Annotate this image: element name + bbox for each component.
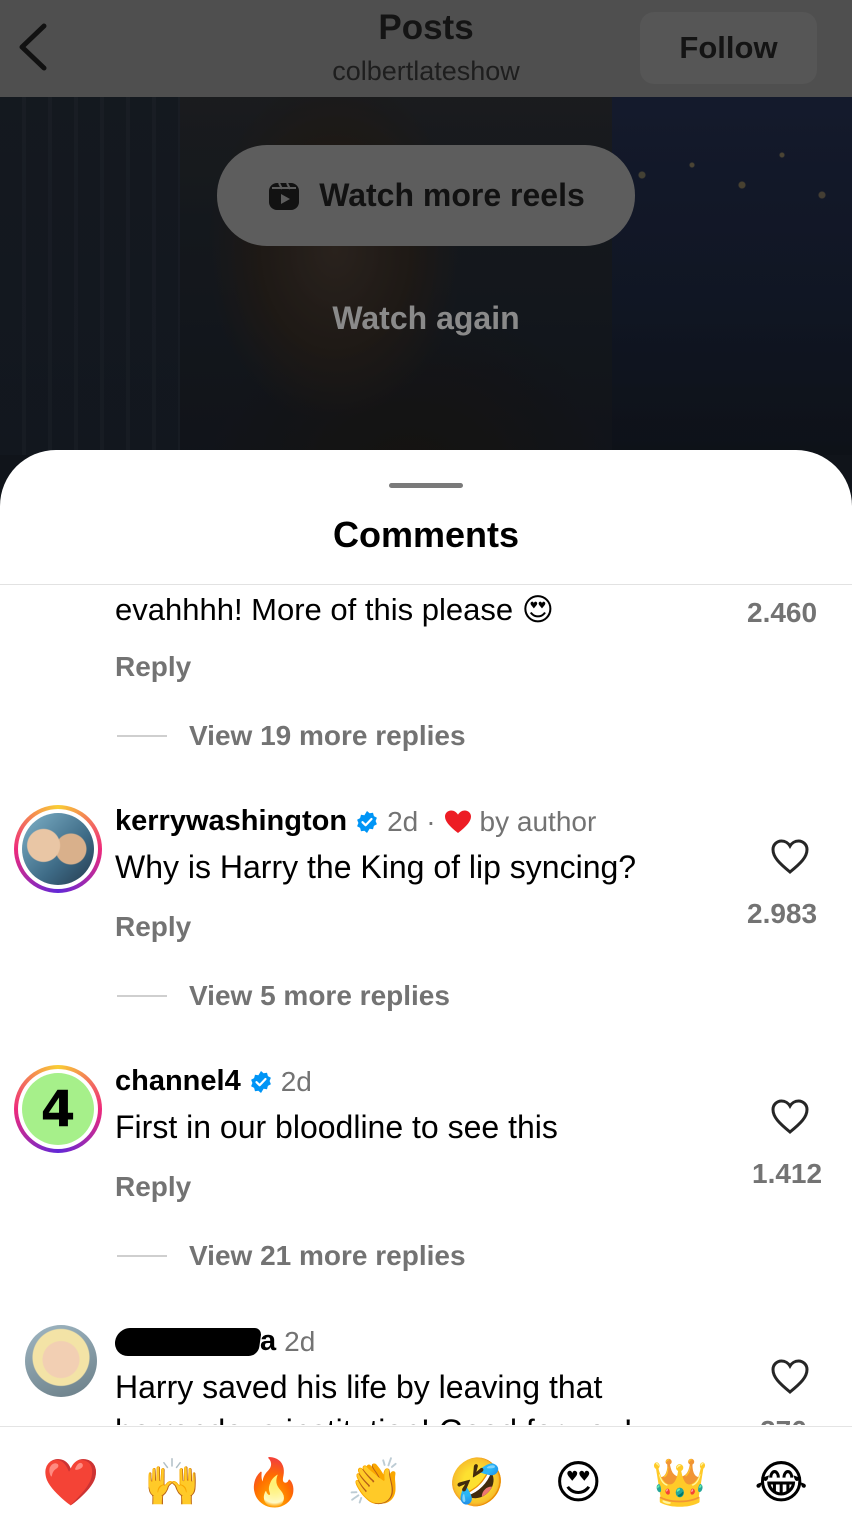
comment-header: channel4 2d [115, 1065, 312, 1098]
fire-emoji[interactable]: 🔥 [244, 1459, 304, 1505]
tears-of-joy-emoji[interactable]: 😂 [751, 1459, 811, 1505]
timestamp: 2d [284, 1325, 316, 1357]
comment-text: evahhhh! More of this please 😍 [115, 592, 554, 628]
like-count: 2.460 [747, 597, 818, 628]
watch-more-reels-label: Watch more reels [319, 177, 585, 213]
reply-button[interactable]: Reply [115, 911, 191, 943]
comment-text-continued: horrendous institution! Good for you! [115, 1413, 633, 1425]
view-replies-label: View 5 more replies [189, 980, 450, 1011]
divider [117, 1255, 167, 1257]
heart-filled-icon [444, 810, 471, 833]
top-bar: Posts colbertlateshow Follow [0, 0, 852, 97]
by-author-label: by author [479, 805, 597, 837]
like-count: 276 [760, 1415, 807, 1425]
avatar[interactable]: 4 [14, 1065, 102, 1153]
timestamp: 2d [280, 1065, 312, 1097]
channel4-logo: 4 [40, 1080, 76, 1138]
heart-outline-icon[interactable] [770, 1357, 810, 1397]
sheet-drag-handle[interactable] [389, 483, 463, 488]
separator: · [426, 805, 436, 837]
comments-list[interactable]: evahhhh! More of this please 😍 2.460 Rep… [0, 585, 852, 1425]
verified-badge-icon [250, 1070, 271, 1093]
comment-text: Harry saved his life by leaving that [115, 1369, 603, 1405]
heart-eyes-emoji: 😍 [521, 592, 555, 628]
avatar[interactable] [25, 1325, 97, 1397]
like-count: 2.983 [747, 898, 818, 929]
comments-title: Comments [332, 514, 520, 555]
follow-button[interactable]: Follow [640, 12, 817, 84]
view-replies-button[interactable]: View 5 more replies [117, 980, 450, 1012]
comment-text-body: evahhhh! More of this please [115, 592, 514, 627]
divider [117, 735, 167, 737]
username-fragment: a [260, 1325, 277, 1357]
verified-badge-icon [357, 810, 377, 833]
avatar[interactable] [14, 805, 102, 893]
reply-button[interactable]: Reply [115, 651, 191, 683]
reply-button[interactable]: Reply [115, 1171, 191, 1203]
divider [117, 995, 167, 997]
view-replies-label: View 19 more replies [189, 720, 466, 751]
comment-header: kerrywashington 2d · by author [115, 805, 596, 838]
avatar-image: 4 [22, 1073, 94, 1145]
view-replies-button[interactable]: View 21 more replies [117, 1240, 466, 1272]
heart-outline-icon[interactable] [770, 1097, 810, 1137]
comment-text: Why is Harry the King of lip syncing? [115, 849, 637, 885]
view-replies-label: View 21 more replies [189, 1240, 466, 1271]
like-count: 1.412 [752, 1158, 823, 1189]
timestamp: 2d [387, 805, 419, 837]
redacted-username [113, 1327, 262, 1356]
avatar-image [22, 813, 94, 885]
reels-icon [269, 182, 300, 210]
comment-header: a 2d [113, 1325, 316, 1358]
heart-eyes-emoji[interactable]: 😍 [548, 1459, 608, 1505]
watch-more-reels-button[interactable]: Watch more reels [217, 145, 635, 246]
view-replies-button[interactable]: View 19 more replies [117, 720, 466, 752]
red-heart-emoji[interactable]: ❤️ [41, 1459, 101, 1505]
comments-sheet: Comments evahhhh! More of this please 😍 … [0, 450, 852, 1536]
rolling-laughing-emoji[interactable]: 🤣 [447, 1459, 507, 1505]
clapping-hands-emoji[interactable]: 👏 [345, 1459, 405, 1505]
heart-outline-icon[interactable] [770, 837, 810, 877]
raising-hands-emoji[interactable]: 🙌 [142, 1459, 202, 1505]
emoji-reaction-bar: ❤️ 🙌 🔥 👏 🤣 😍 👑 😂 [0, 1426, 852, 1536]
username[interactable]: channel4 [115, 1065, 241, 1098]
crown-emoji[interactable]: 👑 [650, 1459, 710, 1505]
username[interactable]: kerrywashington [115, 805, 347, 838]
watch-again-button[interactable]: Watch again [0, 300, 852, 337]
comment-text: First in our bloodline to see this [115, 1109, 558, 1145]
